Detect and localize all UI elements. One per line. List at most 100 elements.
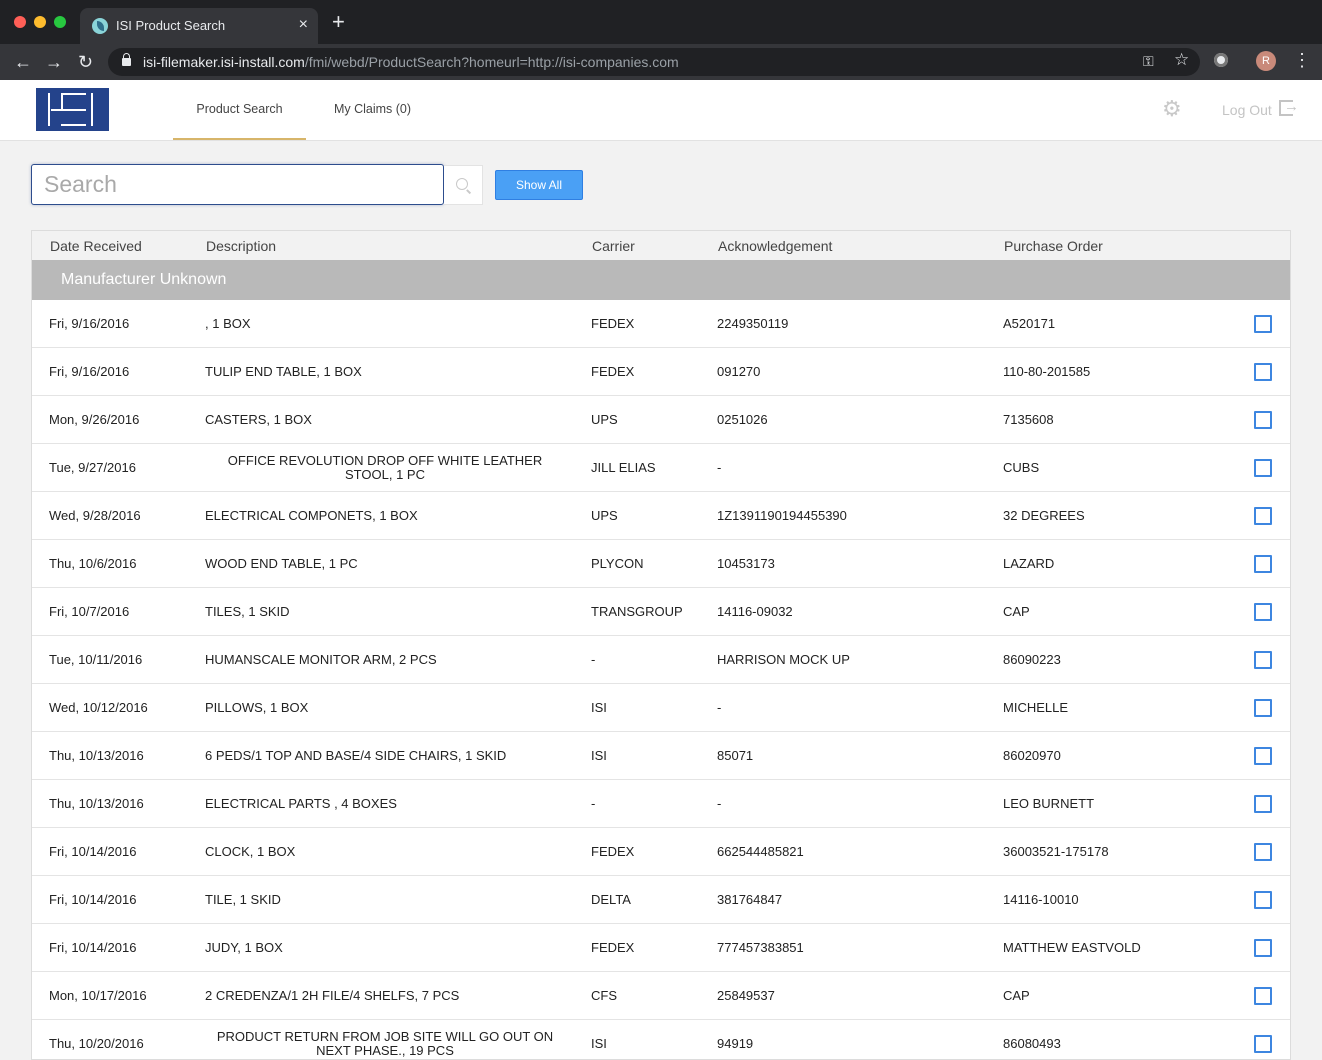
row-checkbox[interactable] <box>1254 603 1272 621</box>
cell-purchase-order: 32 DEGREES <box>1003 508 1085 523</box>
row-checkbox[interactable] <box>1254 651 1272 669</box>
cell-purchase-order: LEO BURNETT <box>1003 796 1095 811</box>
browser-toolbar: ← → ↻ isi-filemaker.isi-install.com/fmi/… <box>0 44 1322 80</box>
row-checkbox[interactable] <box>1254 1035 1272 1053</box>
cell-acknowledgement: - <box>717 796 722 811</box>
row-checkbox[interactable] <box>1254 699 1272 717</box>
maximize-window-icon[interactable] <box>54 16 66 28</box>
cell-carrier: UPS <box>591 508 618 523</box>
row-checkbox[interactable] <box>1254 507 1272 525</box>
back-arrow-icon[interactable]: ← <box>14 51 32 73</box>
search-input[interactable] <box>31 164 444 205</box>
cell-description: PILLOWS, 1 BOX <box>205 700 309 715</box>
lock-icon[interactable] <box>122 53 131 66</box>
column-date-received[interactable]: Date Received <box>50 238 142 254</box>
row-checkbox[interactable] <box>1254 555 1272 573</box>
logout-icon[interactable] <box>1279 98 1299 116</box>
extension-icon[interactable] <box>1214 53 1228 67</box>
table-row[interactable]: Fri, 10/14/2016 TILE, 1 SKID DELTA 38176484… <box>32 876 1290 924</box>
row-checkbox[interactable] <box>1254 459 1272 477</box>
gear-icon[interactable]: ⚙ <box>1162 98 1182 120</box>
cell-description: ELECTRICAL COMPONETS, 1 BOX <box>205 508 418 523</box>
cell-acknowledgement: 25849537 <box>717 988 775 1003</box>
cell-date-received: Wed, 9/28/2016 <box>49 508 141 523</box>
product-table: Date Received Description Carrier Acknow… <box>31 230 1291 1060</box>
cell-acknowledgement: - <box>717 700 722 715</box>
tab-my-claims[interactable]: My Claims (0) <box>320 80 425 140</box>
column-carrier[interactable]: Carrier <box>592 238 635 254</box>
cell-carrier: CFS <box>591 988 617 1003</box>
close-window-icon[interactable] <box>14 16 26 28</box>
table-row[interactable]: Wed, 10/12/2016 PILLOWS, 1 BOX ISI - MICHELL… <box>32 684 1290 732</box>
row-checkbox[interactable] <box>1254 987 1272 1005</box>
cell-description: CASTERS, 1 BOX <box>205 412 312 427</box>
cell-acknowledgement: - <box>717 460 722 475</box>
table-row[interactable]: Fri, 9/16/2016 , 1 BOX FEDEX 2249350119 A520… <box>32 300 1290 348</box>
table-row[interactable]: Tue, 9/27/2016 OFFICE REVOLUTION DROP OFF… <box>32 444 1290 492</box>
cell-purchase-order: CAP <box>1003 988 1030 1003</box>
key-icon[interactable]: ⚿ <box>1143 53 1154 70</box>
show-all-button[interactable]: Show All <box>495 170 583 200</box>
isi-favicon-icon <box>92 18 108 34</box>
table-row[interactable]: Thu, 10/13/2016 ELECTRICAL PARTS , 4 BOXE… <box>32 780 1290 828</box>
logout-link[interactable]: Log Out <box>1222 102 1272 118</box>
table-row[interactable]: Fri, 9/16/2016 TULIP END TABLE, 1 BOX FEDE… <box>32 348 1290 396</box>
row-checkbox[interactable] <box>1254 363 1272 381</box>
row-checkbox[interactable] <box>1254 939 1272 957</box>
row-checkbox[interactable] <box>1254 843 1272 861</box>
cell-purchase-order: 110-80-201585 <box>1003 364 1091 379</box>
row-checkbox[interactable] <box>1254 891 1272 909</box>
cell-date-received: Thu, 10/13/2016 <box>49 796 144 811</box>
browser-tab-bar: ISI Product Search × + <box>0 0 1322 44</box>
cell-description: TILES, 1 SKID <box>205 604 290 619</box>
row-checkbox[interactable] <box>1254 795 1272 813</box>
tab-product-search[interactable]: Product Search <box>173 80 306 140</box>
table-row[interactable]: Fri, 10/14/2016 JUDY, 1 BOX FEDEX 777457383… <box>32 924 1290 972</box>
cell-purchase-order: CAP <box>1003 604 1030 619</box>
cell-acknowledgement: 94919 <box>717 1036 754 1051</box>
new-tab-icon[interactable]: + <box>332 11 345 33</box>
forward-arrow-icon[interactable]: → <box>45 51 63 73</box>
column-acknowledgement[interactable]: Acknowledgement <box>718 238 832 254</box>
cell-date-received: Mon, 10/17/2016 <box>49 988 147 1003</box>
table-body: Fri, 9/16/2016 , 1 BOX FEDEX 2249350119 A520… <box>32 300 1290 1059</box>
table-row[interactable]: Fri, 10/14/2016 CLOCK, 1 BOX FEDEX 66254448… <box>32 828 1290 876</box>
tab-title: ISI Product Search <box>116 18 226 33</box>
isi-logo[interactable] <box>36 88 109 131</box>
url-text[interactable]: isi-filemaker.isi-install.com/fmi/webd/P… <box>143 54 679 70</box>
tab-close-icon[interactable]: × <box>299 16 308 34</box>
minimize-window-icon[interactable] <box>34 16 46 28</box>
column-description[interactable]: Description <box>206 238 276 254</box>
cell-description: TILE, 1 SKID <box>205 892 281 907</box>
table-row[interactable]: Tue, 10/11/2016 HUMANSCALE MONITOR ARM, 2… <box>32 636 1290 684</box>
table-row[interactable]: Fri, 10/7/2016 TILES, 1 SKID TRANSGROUP 141… <box>32 588 1290 636</box>
cell-carrier: - <box>591 652 596 667</box>
table-row[interactable]: Thu, 10/6/2016 WOOD END TABLE, 1 PC PLYCON… <box>32 540 1290 588</box>
browser-menu-icon[interactable]: ⋮ <box>1293 50 1311 70</box>
table-row[interactable]: Mon, 10/17/2016 2 CREDENZA/1 2H FILE/4 SH… <box>32 972 1290 1020</box>
table-row[interactable]: Thu, 10/13/2016 6 PEDS/1 TOP AND BASE/4 S… <box>32 732 1290 780</box>
cell-date-received: Tue, 10/11/2016 <box>49 652 143 667</box>
cell-purchase-order: 14116-10010 <box>1003 892 1079 907</box>
reload-icon[interactable]: ↻ <box>78 51 93 73</box>
column-purchase-order[interactable]: Purchase Order <box>1004 238 1103 254</box>
table-row[interactable]: Thu, 10/20/2016 PRODUCT RETURN FROM JOB S… <box>32 1020 1290 1059</box>
table-row[interactable]: Wed, 9/28/2016 ELECTRICAL COMPONETS, 1 BO… <box>32 492 1290 540</box>
cell-date-received: Thu, 10/6/2016 <box>49 556 137 571</box>
cell-date-received: Fri, 9/16/2016 <box>49 364 130 379</box>
profile-avatar[interactable]: R <box>1256 51 1276 71</box>
cell-purchase-order: 86090223 <box>1003 652 1061 667</box>
search-button[interactable] <box>444 165 483 205</box>
cell-carrier: TRANSGROUP <box>591 604 683 619</box>
cell-description: TULIP END TABLE, 1 BOX <box>205 364 362 379</box>
cell-date-received: Fri, 9/16/2016 <box>49 316 130 331</box>
cell-description: JUDY, 1 BOX <box>205 940 283 955</box>
bookmark-star-icon[interactable]: ☆ <box>1174 50 1189 70</box>
row-checkbox[interactable] <box>1254 411 1272 429</box>
address-bar[interactable]: isi-filemaker.isi-install.com/fmi/webd/P… <box>108 48 1200 76</box>
row-checkbox[interactable] <box>1254 747 1272 765</box>
browser-tab[interactable]: ISI Product Search × <box>80 8 318 44</box>
table-row[interactable]: Mon, 9/26/2016 CASTERS, 1 BOX UPS 0251026 71… <box>32 396 1290 444</box>
row-checkbox[interactable] <box>1254 315 1272 333</box>
cell-description: 2 CREDENZA/1 2H FILE/4 SHELFS, 7 PCS <box>205 988 460 1003</box>
